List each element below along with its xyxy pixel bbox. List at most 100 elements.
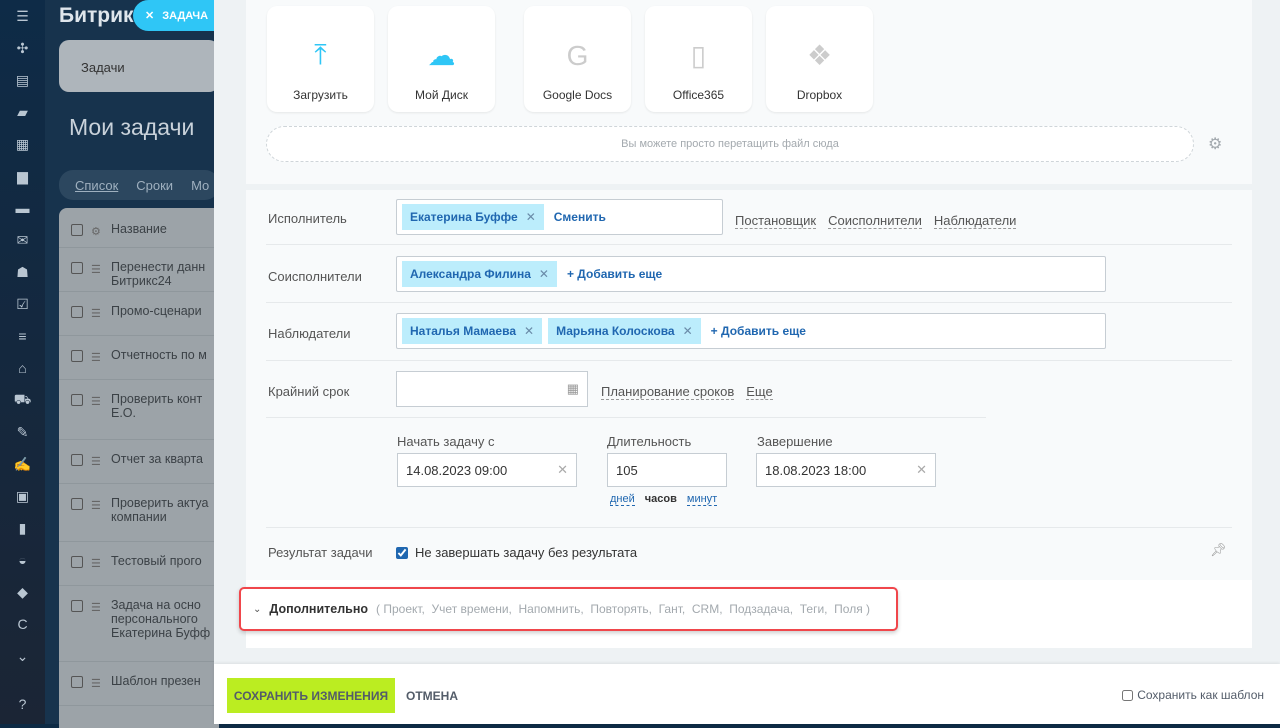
deadline-input[interactable]: ▦ bbox=[396, 371, 588, 407]
row-checkbox[interactable] bbox=[71, 394, 83, 406]
tasks-board-icon[interactable]: ▤ bbox=[0, 64, 45, 96]
drive-icon[interactable]: ▬ bbox=[0, 192, 45, 224]
clear-icon[interactable]: ✕ bbox=[557, 462, 576, 478]
drag-icon[interactable]: ☰ bbox=[91, 263, 103, 276]
row-checkbox[interactable] bbox=[71, 306, 83, 318]
start-input[interactable]: 14.08.2023 09:00 ✕ bbox=[397, 453, 577, 487]
google-docs-button[interactable]: G Google Docs bbox=[524, 6, 631, 112]
cart-icon[interactable]: ⛟ bbox=[0, 384, 45, 416]
time-planning-link[interactable]: Планирование сроков bbox=[601, 384, 735, 400]
change-assignee-link[interactable]: Сменить bbox=[554, 210, 606, 224]
sign-icon[interactable]: ✍ bbox=[0, 448, 45, 480]
tasks-tab[interactable]: Задачи bbox=[59, 40, 219, 92]
unit-days[interactable]: дней bbox=[610, 493, 635, 506]
remove-icon[interactable]: ✕ bbox=[683, 324, 693, 338]
remove-icon[interactable]: ✕ bbox=[539, 267, 549, 281]
gear-icon[interactable]: ⚙ bbox=[91, 225, 103, 238]
end-input[interactable]: 18.08.2023 18:00 ✕ bbox=[756, 453, 936, 487]
task-title[interactable]: Шаблон презен bbox=[111, 674, 201, 688]
task-row[interactable]: ☰ Проверить конт Е.О. bbox=[59, 380, 219, 440]
assignee-field[interactable]: Екатерина Буффе ✕ Сменить bbox=[396, 199, 723, 235]
unit-hours[interactable]: часов bbox=[645, 493, 677, 506]
duration-input[interactable]: 105 bbox=[607, 453, 727, 487]
save-button[interactable]: СОХРАНИТЬ ИЗМЕНЕНИЯ bbox=[227, 678, 395, 713]
chart-icon[interactable]: ▮ bbox=[0, 512, 45, 544]
observers-field[interactable]: Наталья Мамаева ✕ Марьяна Колоскова ✕ + До… bbox=[396, 313, 1106, 349]
task-title[interactable]: Задача на осно персонального Екатерина Б… bbox=[111, 598, 219, 640]
task-row[interactable]: ☰ Проверить актуа компании bbox=[59, 484, 219, 542]
require-result-label[interactable]: Не завершать задачу без результата bbox=[415, 545, 637, 560]
drag-icon[interactable]: ☰ bbox=[91, 351, 103, 364]
calendar-icon[interactable]: ▦ bbox=[0, 128, 45, 160]
remove-icon[interactable]: ✕ bbox=[526, 210, 536, 224]
task-title[interactable]: Промо-сценари bbox=[111, 304, 202, 318]
save-as-template[interactable]: Сохранить как шаблон bbox=[1122, 688, 1264, 702]
view-list[interactable]: Список bbox=[75, 178, 118, 193]
mail-icon[interactable]: ✉ bbox=[0, 224, 45, 256]
creator-link[interactable]: Постановщик bbox=[735, 213, 817, 229]
task-title[interactable]: Перенести данн Битрикс24 bbox=[111, 260, 219, 288]
team-icon[interactable]: ☗ bbox=[0, 256, 45, 288]
drag-icon[interactable]: ☰ bbox=[91, 677, 103, 690]
row-checkbox[interactable] bbox=[71, 454, 83, 466]
help-icon[interactable]: ? bbox=[0, 688, 45, 720]
row-checkbox[interactable] bbox=[71, 350, 83, 362]
task-row[interactable]: ☰ Отчетность по м bbox=[59, 336, 219, 380]
task-row[interactable]: ☰ Шаблон презен bbox=[59, 662, 219, 706]
office365-button[interactable]: ▯ Office365 bbox=[645, 6, 752, 112]
task-row[interactable]: ☰ Задача на осно персонального Екатерина … bbox=[59, 586, 219, 662]
select-all-checkbox[interactable] bbox=[71, 224, 83, 236]
robot-icon[interactable]: ◒ bbox=[0, 544, 45, 576]
row-checkbox[interactable] bbox=[71, 262, 83, 274]
funnel-icon[interactable]: ≡ bbox=[0, 320, 45, 352]
observers-link[interactable]: Наблюдатели bbox=[933, 213, 1017, 229]
require-result-checkbox[interactable] bbox=[396, 546, 408, 559]
bank-icon[interactable]: ⌂ bbox=[0, 352, 45, 384]
task-row[interactable]: ☰ Промо-сценари bbox=[59, 292, 219, 336]
drag-icon[interactable]: ☰ bbox=[91, 601, 103, 614]
row-checkbox[interactable] bbox=[71, 676, 83, 688]
edit-icon[interactable]: ✎ bbox=[0, 416, 45, 448]
task-title[interactable]: Тестовый прого bbox=[111, 554, 202, 568]
drag-icon[interactable]: ☰ bbox=[91, 307, 103, 320]
task-title[interactable]: Проверить актуа компании bbox=[111, 496, 219, 524]
chevron-down-icon[interactable]: ⌄ bbox=[0, 640, 45, 672]
task-title[interactable]: Отчетность по м bbox=[111, 348, 207, 362]
task-title[interactable]: Отчет за кварта bbox=[111, 452, 203, 466]
task-row[interactable]: ☰ Тестовый прого bbox=[59, 542, 219, 586]
pin-icon[interactable]: 📌︎ bbox=[1210, 542, 1227, 558]
task-title[interactable]: Проверить конт Е.О. bbox=[111, 392, 219, 420]
drag-icon[interactable]: ☰ bbox=[91, 395, 103, 408]
dropbox-button[interactable]: ❖ Dropbox bbox=[766, 6, 873, 112]
c-icon[interactable]: C bbox=[0, 608, 45, 640]
cancel-button[interactable]: ОТМЕНА bbox=[406, 689, 458, 703]
file-drop-zone[interactable]: Вы можете просто перетащить файл сюда bbox=[266, 126, 1194, 162]
my-disk-button[interactable]: ☁ Мой Диск bbox=[388, 6, 495, 112]
more-deadline-link[interactable]: Еще bbox=[746, 384, 773, 400]
save-template-checkbox[interactable] bbox=[1122, 689, 1134, 701]
task-row[interactable]: ☰ Отчет за кварта bbox=[59, 440, 219, 484]
coassignees-field[interactable]: Александра Филина ✕ + Добавить еще bbox=[396, 256, 1106, 292]
remove-icon[interactable]: ✕ bbox=[524, 324, 534, 338]
tasks-icon[interactable]: ☑ bbox=[0, 288, 45, 320]
add-observer-link[interactable]: + Добавить еще bbox=[711, 324, 806, 338]
row-checkbox[interactable] bbox=[71, 600, 83, 612]
view-deadlines[interactable]: Сроки bbox=[136, 178, 173, 193]
drag-icon[interactable]: ☰ bbox=[91, 499, 103, 512]
add-coassignee-link[interactable]: + Добавить еще bbox=[567, 267, 662, 281]
more-options-toggle[interactable]: ⌄ Дополнительно ( Проект, Учет времени, … bbox=[239, 587, 898, 631]
view-more[interactable]: Мо bbox=[191, 178, 209, 193]
row-checkbox[interactable] bbox=[71, 498, 83, 510]
clear-icon[interactable]: ✕ bbox=[916, 462, 935, 478]
drag-icon[interactable]: ☰ bbox=[91, 557, 103, 570]
upload-button[interactable]: ⤒ Загрузить bbox=[267, 6, 374, 112]
close-slider-tag[interactable]: ✕ ЗАДАЧА bbox=[133, 0, 217, 31]
menu-icon[interactable]: ☰ bbox=[0, 0, 45, 32]
calendar-icon[interactable]: ▦ bbox=[567, 381, 579, 397]
drag-icon[interactable]: ☰ bbox=[91, 455, 103, 468]
document-icon[interactable]: ▆ bbox=[0, 160, 45, 192]
box-icon[interactable]: ◆ bbox=[0, 576, 45, 608]
unit-minutes[interactable]: минут bbox=[686, 493, 718, 506]
task-row[interactable]: ☰ Перенести данн Битрикс24 bbox=[59, 248, 219, 292]
coassignees-link[interactable]: Соисполнители bbox=[828, 213, 922, 229]
